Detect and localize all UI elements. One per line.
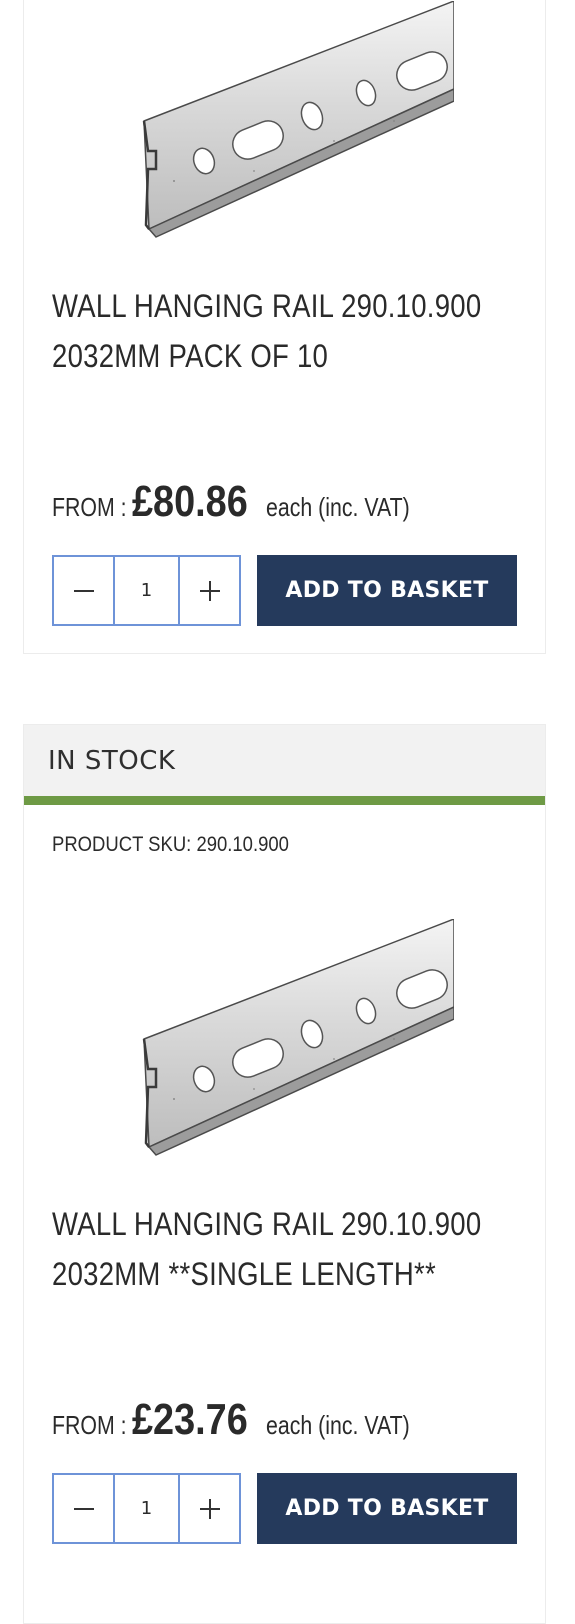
decrement-button[interactable] [54,557,113,624]
quantity-stepper [52,555,241,626]
stock-status: IN STOCK [48,745,176,776]
add-to-basket-button[interactable]: ADD TO BASKET [257,555,517,626]
product-price: £80.86 [132,477,248,526]
vat-note: each (inc. VAT) [266,492,410,522]
product-title[interactable]: WALL HANGING RAIL 290.10.900 2032MM PACK… [52,281,516,381]
from-label: FROM : [52,492,127,522]
quantity-stepper [52,1473,241,1544]
stock-status-bar: IN STOCK [24,725,545,805]
decrement-button[interactable] [54,1475,113,1542]
product-title[interactable]: WALL HANGING RAIL 290.10.900 2032MM **SI… [52,1199,516,1299]
product-card: IN STOCK PRODUCT SKU: 290.10.900 WALL HA… [23,724,546,1624]
price-row: FROM : £80.86 each (inc. VAT) [52,477,441,527]
increment-button[interactable] [180,557,239,624]
product-sku: PRODUCT SKU: 290.10.900 [52,833,289,856]
increment-button[interactable] [180,1475,239,1542]
product-image[interactable] [134,919,454,1159]
plus-icon [199,580,220,601]
minus-icon [73,589,94,592]
vat-note: each (inc. VAT) [266,1410,410,1440]
from-label: FROM : [52,1410,127,1440]
plus-icon [199,1498,220,1519]
add-to-basket-button[interactable]: ADD TO BASKET [257,1473,517,1544]
minus-icon [73,1507,94,1510]
quantity-input[interactable] [113,557,180,624]
product-card: WALL HANGING RAIL 290.10.900 2032MM PACK… [23,0,546,654]
product-price: £23.76 [132,1395,248,1444]
product-image[interactable] [134,1,454,241]
price-row: FROM : £23.76 each (inc. VAT) [52,1395,441,1445]
quantity-input[interactable] [113,1475,180,1542]
